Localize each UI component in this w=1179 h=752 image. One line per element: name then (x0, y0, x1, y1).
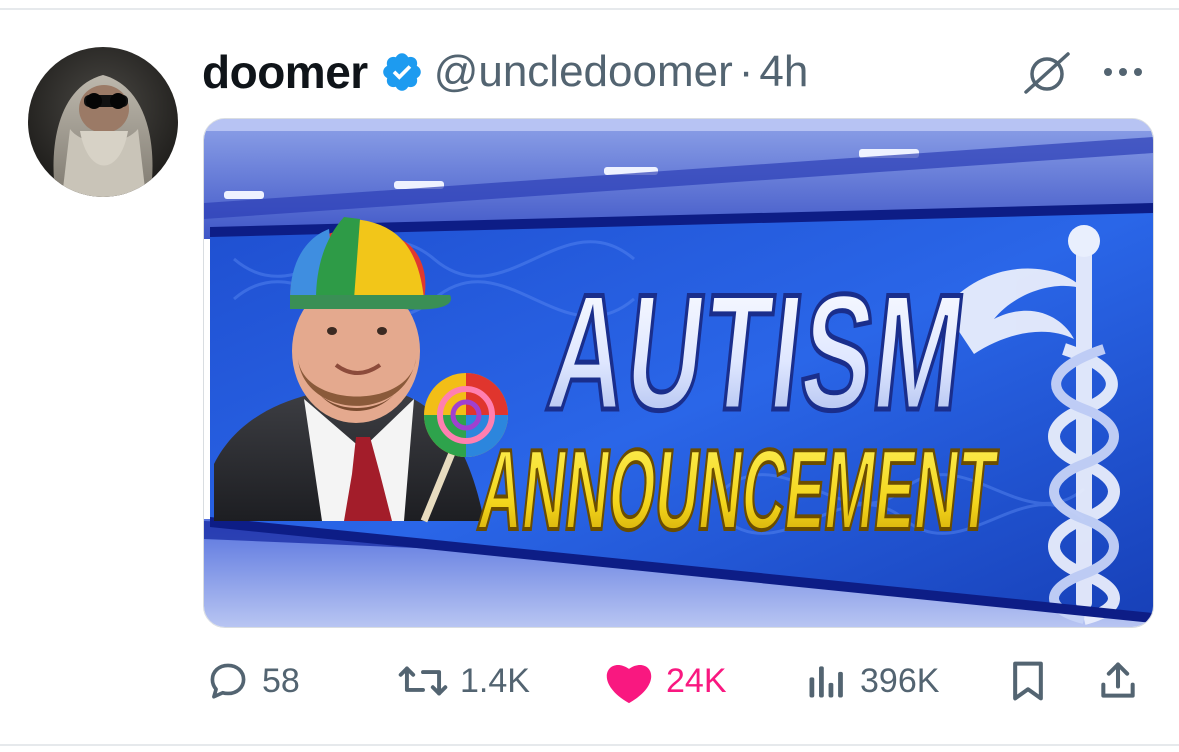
like-count: 24K (666, 661, 727, 700)
tweet-media-image[interactable]: AUTISM ANNOUNCEMENT (203, 118, 1154, 628)
repost-icon (398, 666, 448, 696)
bookmark-icon (1013, 661, 1043, 701)
reply-icon (210, 663, 246, 699)
reply-button[interactable]: 58 (206, 650, 300, 712)
views-icon (809, 666, 843, 698)
share-button[interactable] (1096, 650, 1140, 712)
tweet-card: doomer @uncledoomer · 4h AUTISM ANNOUNCE… (0, 0, 1179, 752)
tweet-action-bar: 58 1.4K 24K 396K (200, 650, 1160, 712)
reply-count: 58 (262, 661, 300, 700)
grok-icon[interactable] (1022, 50, 1072, 96)
like-button[interactable]: 24K (604, 650, 727, 712)
heart-icon (606, 664, 652, 704)
view-count: 396K (860, 661, 940, 700)
divider-top (0, 8, 1179, 10)
timestamp[interactable]: 4h (759, 47, 808, 97)
banner-line-1: AUTISM (540, 261, 974, 445)
views-button[interactable]: 396K (804, 650, 939, 712)
repost-button[interactable]: 1.4K (398, 650, 530, 712)
repost-count: 1.4K (460, 661, 530, 700)
verified-badge-icon (382, 53, 421, 91)
separator-dot: · (738, 47, 754, 96)
bookmark-button[interactable] (1006, 650, 1050, 712)
display-name[interactable]: doomer (202, 45, 368, 99)
tweet-header: doomer @uncledoomer · 4h (202, 42, 808, 102)
avatar[interactable] (28, 47, 178, 197)
share-icon (1101, 662, 1135, 698)
handle[interactable]: @uncledoomer (434, 47, 733, 97)
divider-bottom (0, 744, 1179, 746)
banner-line-2: ANNOUNCEMENT (473, 427, 1002, 554)
more-icon[interactable] (1100, 62, 1146, 82)
